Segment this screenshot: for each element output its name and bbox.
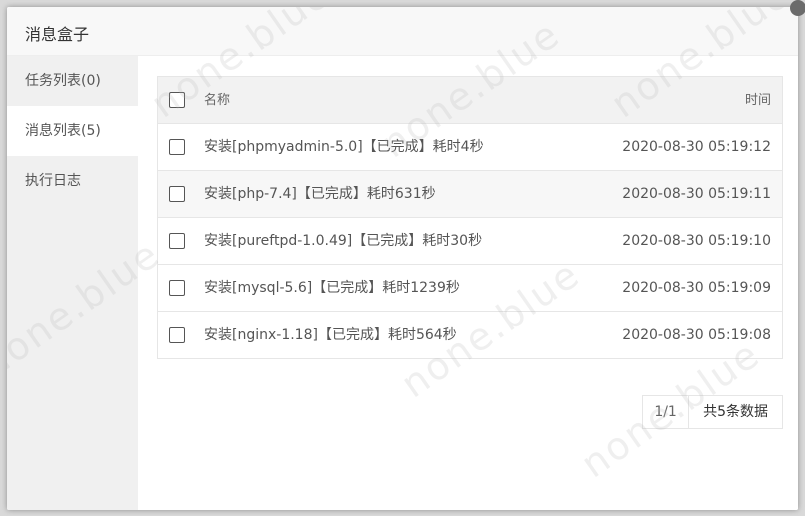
row-checkbox[interactable]: [169, 327, 185, 343]
row-name: 安装[pureftpd-1.0.49]【已完成】耗时30秒: [204, 233, 483, 249]
table-row: 安装[mysql-5.6]【已完成】耗时1239秒 2020-08-30 05:…: [158, 265, 782, 312]
row-checkbox[interactable]: [169, 139, 185, 155]
row-time: 2020-08-30 05:19:11: [622, 186, 771, 202]
content-panel: 名称 时间 安装[phpmyadmin-5.0]【已完成】耗时4秒 2020-0…: [138, 56, 798, 510]
sidebar: 任务列表(0) 消息列表(5) 执行日志: [7, 56, 138, 510]
sidebar-item-task-list[interactable]: 任务列表(0): [7, 56, 138, 106]
row-time: 2020-08-30 05:19:10: [622, 233, 771, 249]
pagination-page[interactable]: 1/1: [643, 396, 690, 428]
table-row: 安装[php-7.4]【已完成】耗时631秒 2020-08-30 05:19:…: [158, 171, 782, 218]
row-name: 安装[nginx-1.18]【已完成】耗时564秒: [204, 327, 457, 343]
row-checkbox[interactable]: [169, 233, 185, 249]
select-all-checkbox[interactable]: [169, 92, 185, 108]
pagination-count: 共5条数据: [703, 404, 768, 420]
row-name: 安装[mysql-5.6]【已完成】耗时1239秒: [204, 280, 460, 296]
row-time: 2020-08-30 05:19:08: [622, 327, 771, 343]
sidebar-item-message-list[interactable]: 消息列表(5): [7, 106, 138, 156]
column-header-name: 名称: [204, 93, 231, 108]
row-time: 2020-08-30 05:19:09: [622, 280, 771, 296]
table-row: 安装[pureftpd-1.0.49]【已完成】耗时30秒 2020-08-30…: [158, 218, 782, 265]
table-row: 安装[phpmyadmin-5.0]【已完成】耗时4秒 2020-08-30 0…: [158, 124, 782, 171]
row-name: 安装[phpmyadmin-5.0]【已完成】耗时4秒: [204, 139, 484, 155]
row-time: 2020-08-30 05:19:12: [622, 139, 771, 155]
table-row: 安装[nginx-1.18]【已完成】耗时564秒 2020-08-30 05:…: [158, 312, 782, 359]
pagination: 1/1 共5条数据: [642, 395, 783, 429]
dialog-title: 消息盒子: [25, 25, 90, 44]
table-header-row: 名称 时间: [158, 77, 782, 124]
row-checkbox[interactable]: [169, 280, 185, 296]
close-icon[interactable]: [790, 0, 805, 16]
column-header-time: 时间: [744, 93, 771, 108]
row-checkbox[interactable]: [169, 186, 185, 202]
dialog-header: 消息盒子: [7, 7, 798, 56]
sidebar-item-execution-log[interactable]: 执行日志: [7, 156, 138, 206]
message-table: 名称 时间 安装[phpmyadmin-5.0]【已完成】耗时4秒 2020-0…: [157, 76, 783, 359]
row-name: 安装[php-7.4]【已完成】耗时631秒: [204, 186, 436, 202]
message-box-dialog: 消息盒子 任务列表(0) 消息列表(5) 执行日志 名称 时间 安装[phpmy…: [7, 7, 798, 510]
